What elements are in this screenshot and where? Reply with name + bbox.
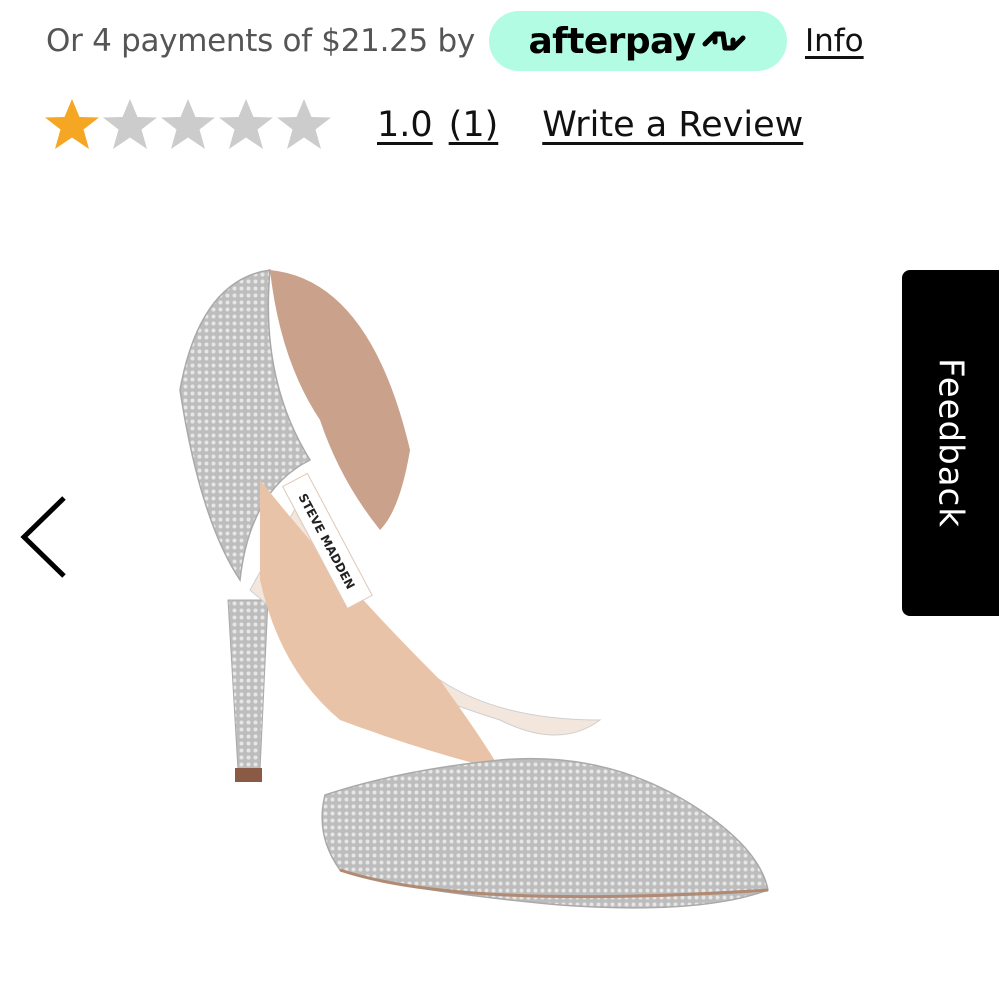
star-icon-empty [161, 99, 215, 149]
star-icon-empty [103, 99, 157, 149]
afterpay-badge[interactable]: afterpay [488, 11, 787, 71]
feedback-tab[interactable]: Feedback [902, 270, 999, 616]
write-review-link[interactable]: Write a Review [542, 105, 803, 145]
star-icon-empty [277, 99, 331, 149]
rating-value-link[interactable]: 1.0 [377, 105, 433, 145]
afterpay-info-link[interactable]: Info [805, 23, 864, 59]
chevron-left-icon[interactable] [18, 494, 70, 580]
product-image: STEVE MADDEN [179, 269, 769, 909]
afterpay-row: Or 4 payments of $21.25 by afterpay Info [46, 10, 864, 72]
star-icon-filled [45, 99, 99, 149]
feedback-label: Feedback [930, 358, 971, 528]
rating-count-link[interactable]: (1) [449, 105, 499, 145]
afterpay-arrows-icon [701, 26, 747, 56]
afterpay-text: Or 4 payments of $21.25 by [46, 23, 475, 59]
star-rating [43, 96, 333, 154]
afterpay-logo: afterpay [528, 20, 696, 62]
star-icon-empty [219, 99, 273, 149]
rating-row: 1.0 (1) Write a Review [43, 92, 803, 158]
